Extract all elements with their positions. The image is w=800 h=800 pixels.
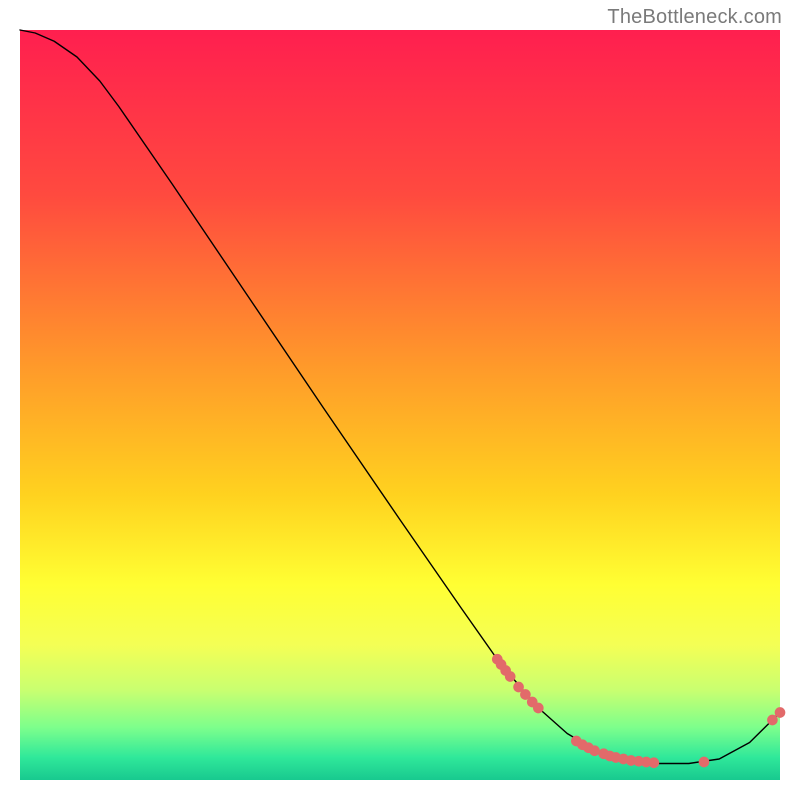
data-marker <box>589 745 600 756</box>
data-marker <box>767 715 778 726</box>
data-marker <box>505 671 516 682</box>
data-marker <box>775 707 786 718</box>
data-marker <box>699 757 710 768</box>
data-marker <box>649 757 660 768</box>
plot-area <box>20 30 785 780</box>
attribution-label: TheBottleneck.com <box>607 6 782 29</box>
chart-container: TheBottleneck.com <box>0 0 800 800</box>
gradient-background <box>20 30 780 780</box>
data-marker <box>533 703 544 714</box>
bottleneck-chart <box>0 0 800 800</box>
